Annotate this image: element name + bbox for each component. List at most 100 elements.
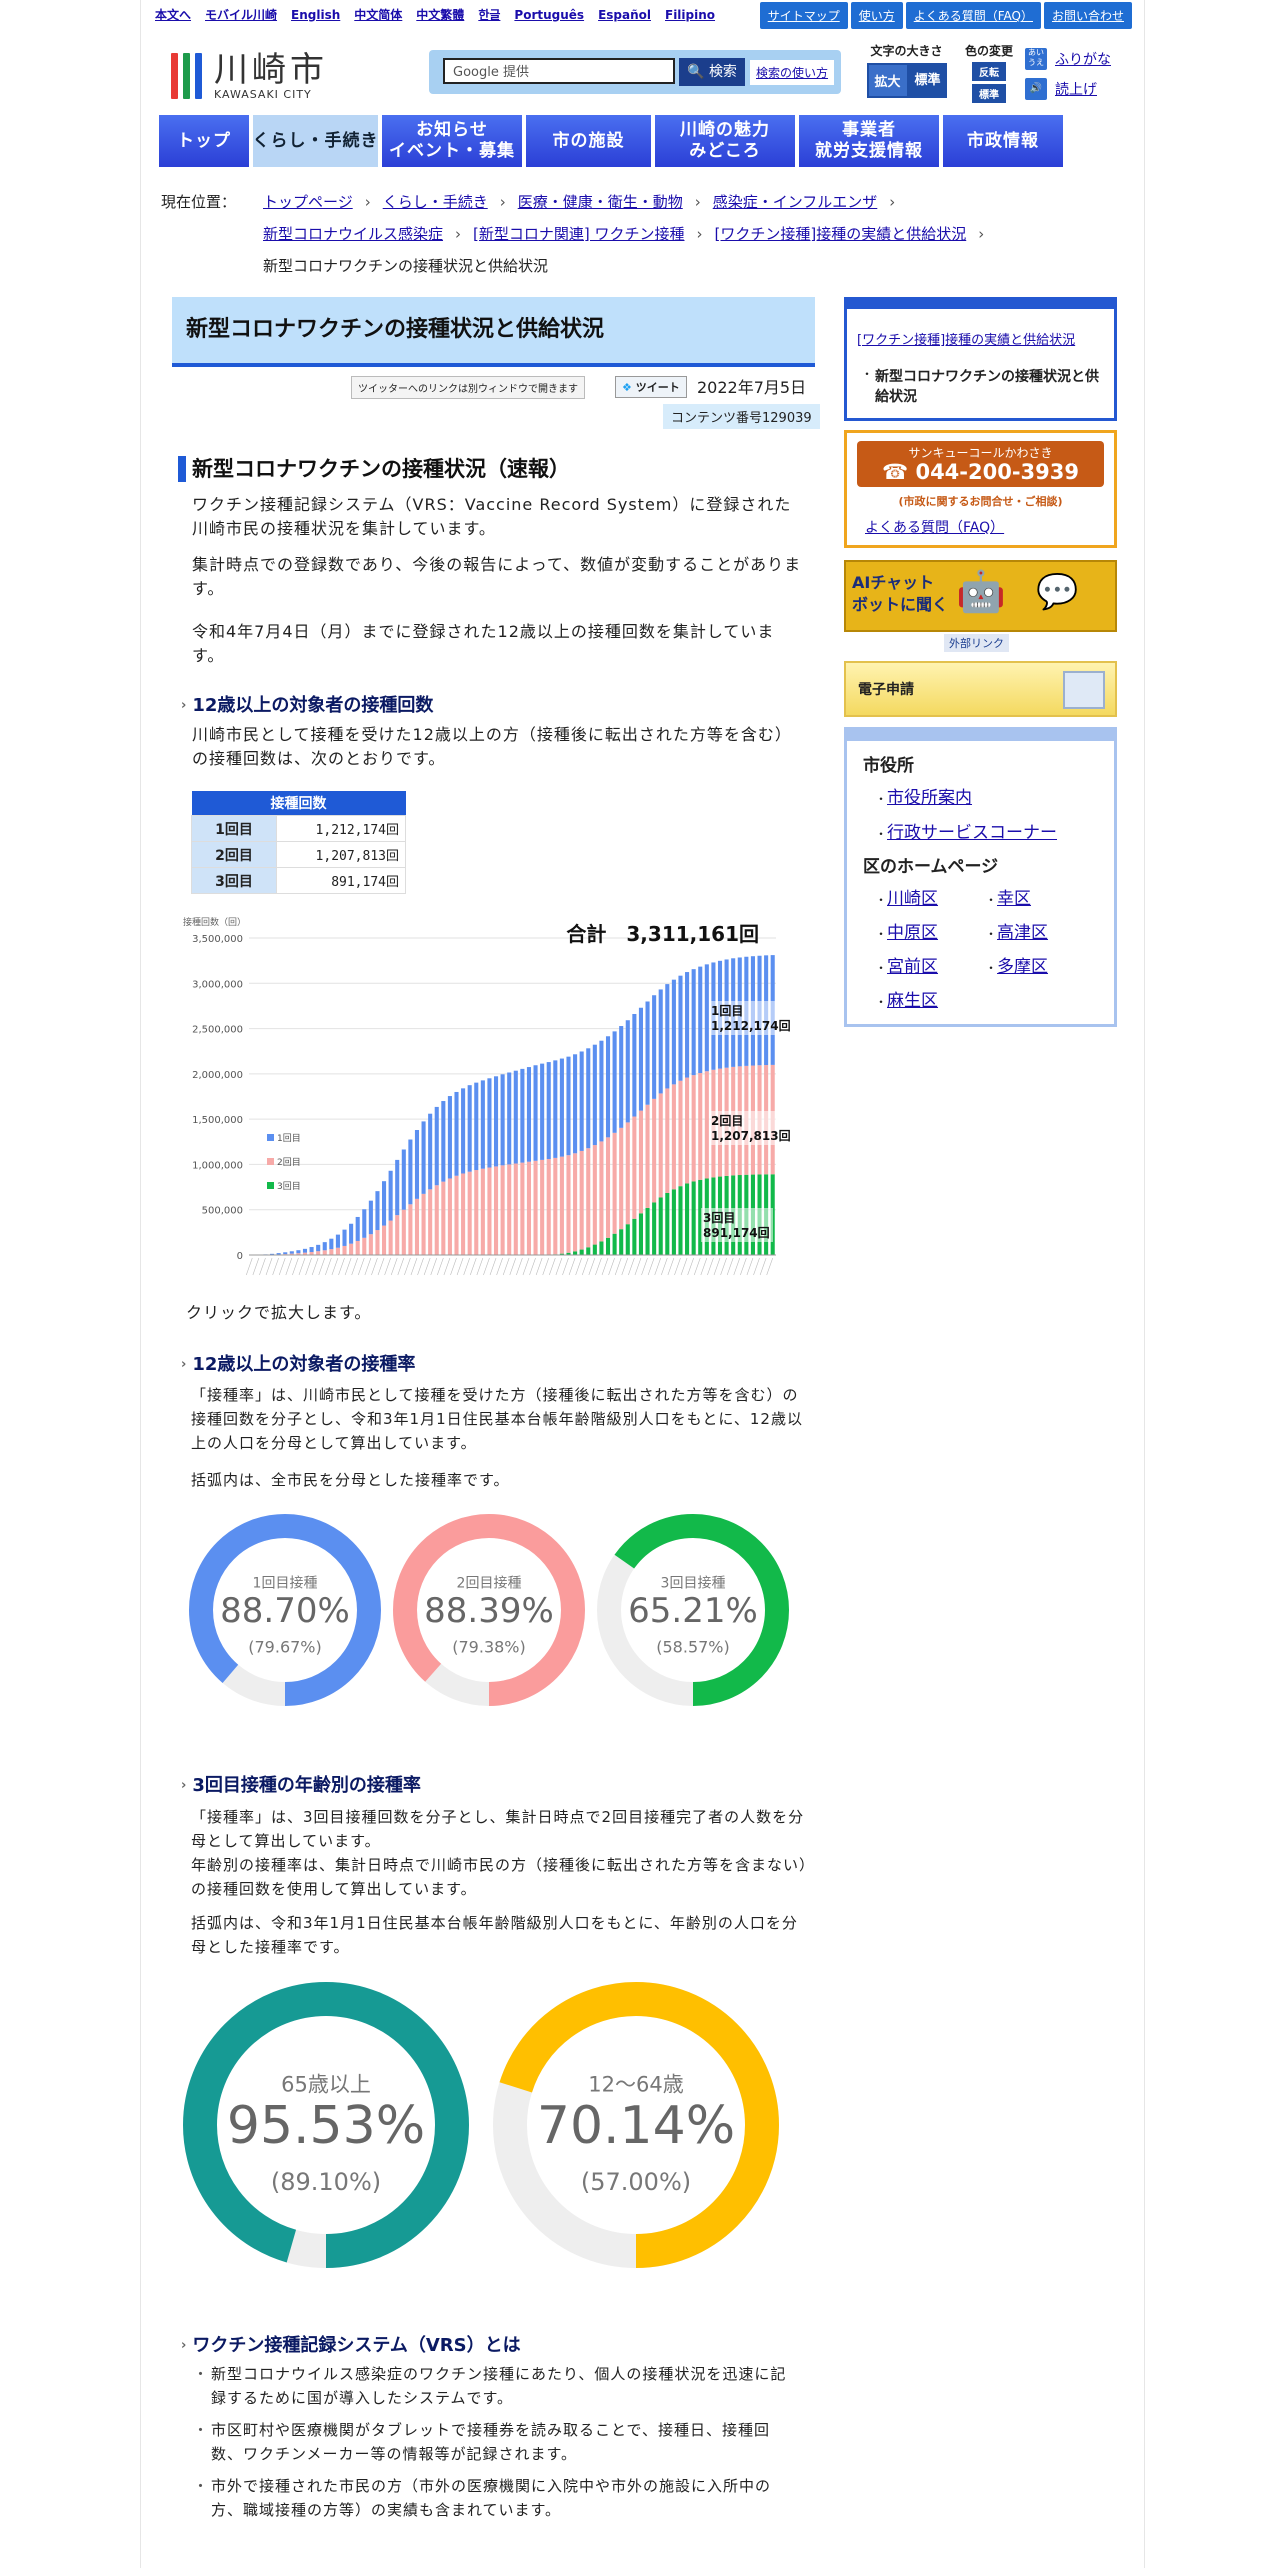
tweet-button[interactable]: ❖ ツイート <box>615 376 687 398</box>
util-link[interactable]: 中文繁體 <box>416 6 464 23</box>
util-right-link[interactable]: よくある質問（FAQ） <box>905 2 1041 29</box>
x-tick <box>693 1257 701 1276</box>
color-standard-button[interactable]: 標準 <box>972 84 1006 103</box>
ward-link[interactable]: ・幸区 <box>985 883 1095 917</box>
breadcrumb-item[interactable]: 医療・健康・衛生・動物 <box>518 193 683 211</box>
chart-bar-segment <box>658 1197 663 1255</box>
city-office-link[interactable]: ・行政サービスコーナー <box>875 816 1057 851</box>
util-right-link[interactable]: お問い合わせ <box>1043 2 1132 29</box>
read-aloud-link[interactable]: 読上げ <box>1055 79 1097 99</box>
page-title-bar: 新型コロナワクチンの接種状況と供給状況 <box>172 297 815 367</box>
thank-you-call-banner[interactable]: サンキューコールかわさき ☎ 044-200-3939 <box>857 441 1104 487</box>
util-right-link[interactable]: 使い方 <box>850 2 903 29</box>
chart-bar-segment <box>428 1189 433 1255</box>
robot-icon: 🤖 <box>956 569 1006 615</box>
ward-link[interactable]: ・高津区 <box>985 917 1095 951</box>
chart-bar-segment <box>414 1198 420 1255</box>
chart-bar-segment <box>586 1148 591 1248</box>
chart-bar-segment <box>691 1075 696 1182</box>
ward-link[interactable]: ・川崎区 <box>875 883 985 917</box>
chart-bar-segment <box>342 1229 347 1246</box>
ai-chatbot-banner[interactable]: AIチャット ボットに聞く 🤖 💬 <box>844 560 1117 632</box>
breadcrumb-separator: › <box>889 193 896 211</box>
chart-bar-segment <box>441 1101 446 1182</box>
x-tick <box>661 1257 668 1276</box>
chart-bar-segment <box>573 1251 578 1255</box>
ward-link[interactable]: ・宮前区 <box>875 951 985 985</box>
chart-bar-segment <box>382 1225 387 1255</box>
util-link[interactable]: Español <box>598 8 651 22</box>
breadcrumb-item[interactable]: くらし・手続き <box>383 193 488 211</box>
rate-note: 括弧内は、全市民を分母とした接種率です。 <box>191 1471 510 1489</box>
vrs-bullet-3: 市外で接種された市民の方（市外の医療機関に入院中や市外の施設に入所中の方、職域接… <box>193 2474 801 2522</box>
x-tick <box>595 1257 602 1276</box>
nav-item[interactable]: お知らせ イベント・募集 <box>382 115 522 167</box>
chart-bar-segment <box>579 1150 584 1250</box>
vaccination-count-chart[interactable]: 接種回数（回） 3,500,000 3,000,000 2,500,000 2,000,… <box>181 905 803 1293</box>
donut-label: 65歳以上 <box>281 2072 371 2096</box>
chart-bar-segment <box>401 1209 406 1255</box>
global-nav: トップ くらし・手続き お知らせ イベント・募集 市の施設 川崎の魅力 みどころ 事業者 … <box>159 115 1127 167</box>
ward-link[interactable]: ・中原区 <box>875 917 985 951</box>
nav-item[interactable]: 市政情報 <box>943 115 1063 167</box>
e-application-label: 電子申請 <box>858 682 914 698</box>
font-size-large-button[interactable]: 拡大 <box>866 63 909 98</box>
chart-bar-segment <box>665 1192 670 1255</box>
breadcrumb-item[interactable]: 新型コロナウイルス感染症 <box>263 225 443 243</box>
ward-link[interactable]: ・麻生区 <box>875 985 985 1019</box>
nav-item[interactable]: 川崎の魅力 みどころ <box>655 115 795 167</box>
chart-bar-segment <box>658 989 663 1094</box>
x-tick <box>278 1257 286 1276</box>
chart-bar-segment <box>368 1234 373 1255</box>
city-office-link[interactable]: ・市役所案内 <box>875 781 1057 816</box>
computer-icon <box>1063 671 1105 709</box>
site-logo[interactable]: 川崎市 KAWASAKI CITY <box>171 50 328 102</box>
util-right-link[interactable]: サイトマップ <box>759 2 848 29</box>
breadcrumb-item[interactable]: [新型コロナ関連] ワクチン接種 <box>473 225 684 243</box>
faq-link[interactable]: よくある質問（FAQ） <box>865 517 1004 537</box>
chart-title: 合計 3,311,161回 <box>566 922 759 946</box>
util-link[interactable]: モバイル川崎 <box>205 6 277 23</box>
chart-bar-segment <box>461 1173 466 1255</box>
chart-bar-segment <box>638 1007 643 1111</box>
donut-percent: 65.21% <box>628 1591 758 1631</box>
chart-bar-segment <box>375 1191 380 1231</box>
donut-percent: 88.70% <box>220 1591 350 1631</box>
nav-item[interactable]: 事業者 就労支援情報 <box>799 115 939 167</box>
chart-bar-segment <box>322 1242 327 1251</box>
color-invert-button[interactable]: 反転 <box>972 62 1006 81</box>
furigana-link[interactable]: ふりがな <box>1055 49 1111 69</box>
utility-bar: 本文へ モバイル川崎 English 中文简体 中文繁體 한글 Português Españ… <box>141 0 1144 30</box>
util-link[interactable]: Filipino <box>665 8 715 22</box>
util-link[interactable]: 本文へ <box>155 6 191 23</box>
util-link[interactable]: Português <box>514 8 584 22</box>
search-input[interactable]: Google 提供 <box>443 58 675 84</box>
util-link[interactable]: 한글 <box>478 6 500 23</box>
breadcrumb-item[interactable]: [ワクチン接種]接種の実績と供給状況 <box>715 225 967 243</box>
nav-item[interactable]: 市の施設 <box>526 115 651 167</box>
side-link-results[interactable]: [ワクチン接種]接種の実績と供給状況 <box>857 329 1075 348</box>
util-link[interactable]: English <box>291 8 340 22</box>
search-area: Google 提供 🔍 検索 検索の使い方 <box>429 50 841 94</box>
x-tick <box>687 1257 694 1276</box>
util-link[interactable]: 中文简体 <box>354 6 402 23</box>
breadcrumb-item[interactable]: 感染症・インフルエンザ <box>713 193 878 211</box>
chart-bar-segment <box>599 1141 604 1242</box>
x-tick <box>654 1257 662 1276</box>
search-button[interactable]: 🔍 検索 <box>679 58 745 86</box>
chart-bar-segment <box>632 1218 637 1255</box>
call-center-tel: 044-200-3939 <box>915 460 1080 484</box>
row-key: 1回目 <box>191 815 277 842</box>
chart-bar-segment <box>322 1250 327 1255</box>
breadcrumb-item[interactable]: トップページ <box>263 193 353 211</box>
row-value: 891,174回 <box>276 867 406 894</box>
count-description: 川崎市民として接種を受けた12歳以上の方（接種後に転出された方等を含む）の接種回… <box>192 725 792 768</box>
nav-item[interactable]: くらし・手続き <box>253 115 378 167</box>
chart-bar-segment <box>395 1159 400 1216</box>
e-application-banner[interactable]: 電子申請 <box>844 661 1117 717</box>
search-help-link[interactable]: 検索の使い方 <box>750 60 835 85</box>
font-size-standard-button[interactable]: 標準 <box>908 63 947 98</box>
nav-item[interactable]: トップ <box>159 115 249 167</box>
ward-link[interactable]: ・多摩区 <box>985 951 1095 985</box>
x-tick <box>680 1257 688 1276</box>
